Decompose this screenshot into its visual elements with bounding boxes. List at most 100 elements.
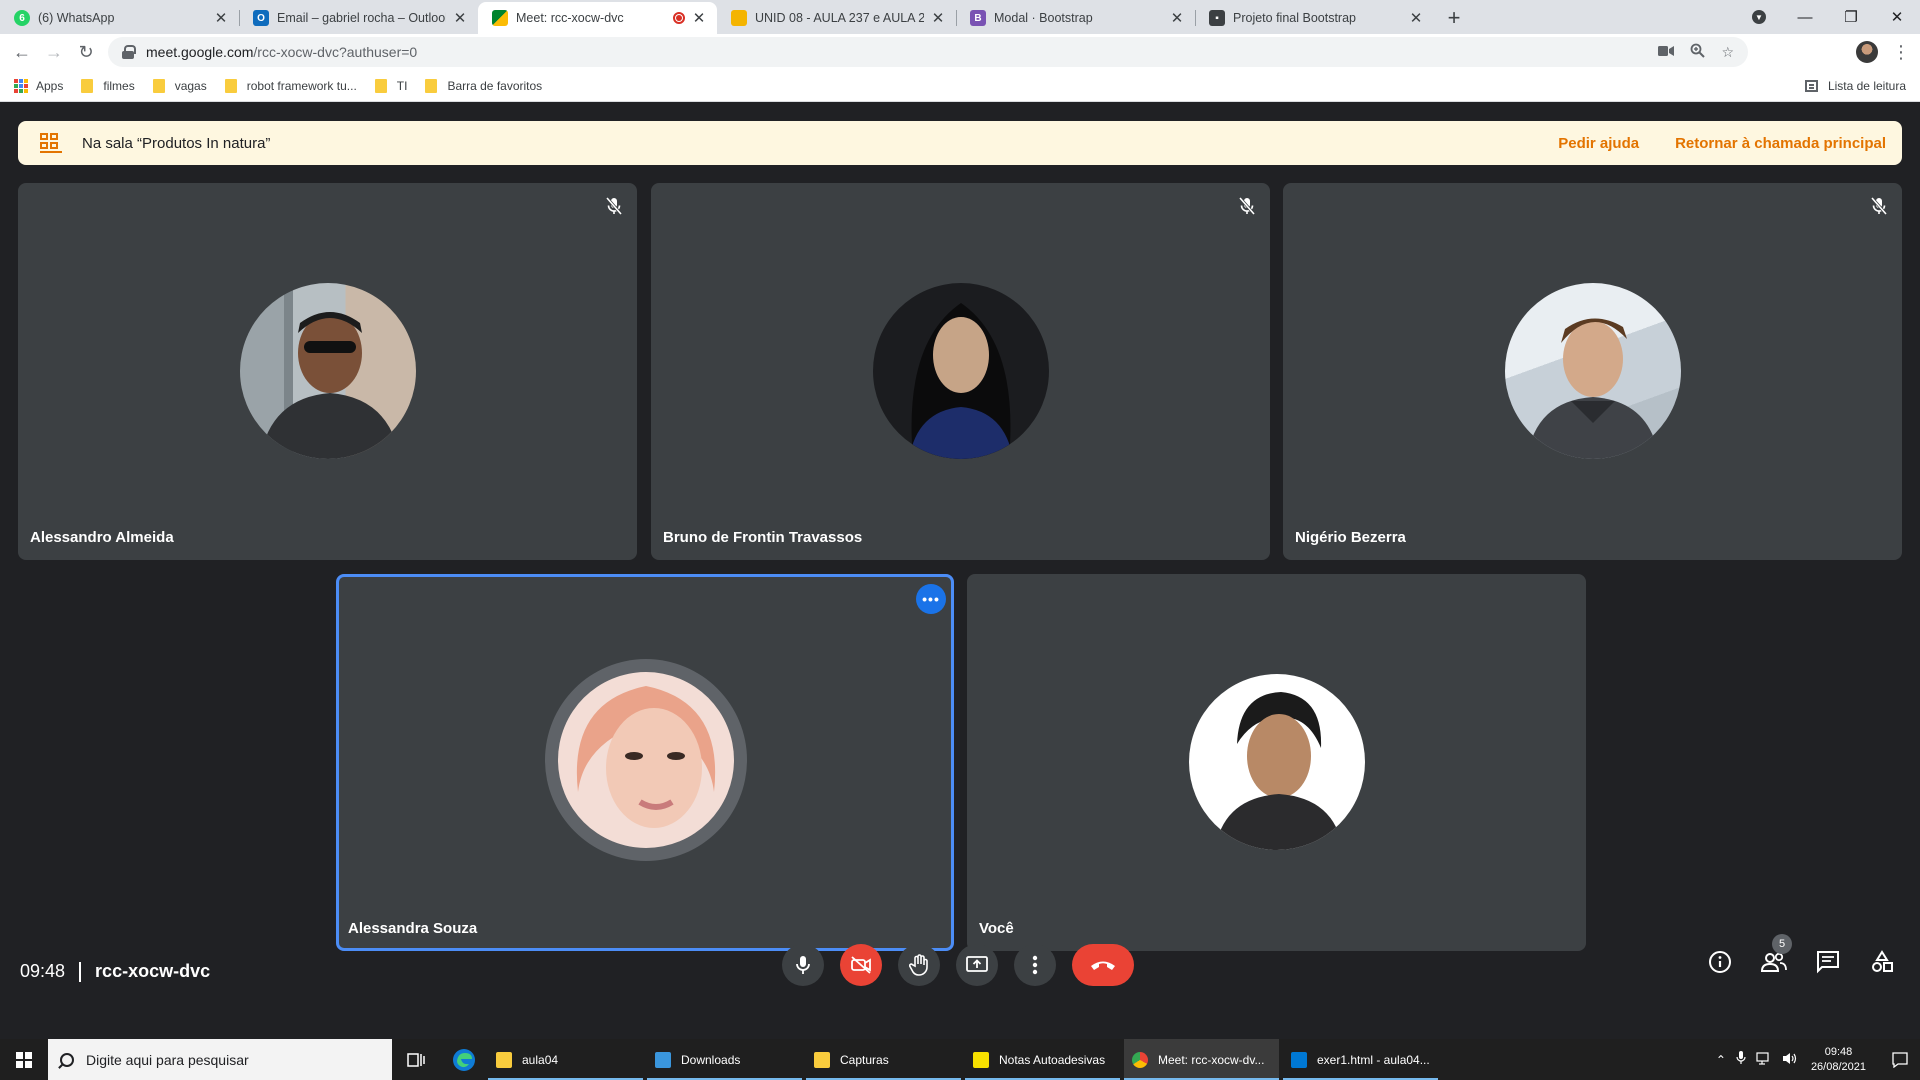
task-view-button[interactable] — [392, 1039, 440, 1080]
profile-avatar[interactable] — [1856, 41, 1878, 63]
restore-button[interactable]: ❐ — [1828, 0, 1874, 34]
reload-button[interactable]: ↻ — [72, 38, 100, 66]
participant-tile[interactable]: Bruno de Frontin Travassos — [651, 183, 1270, 560]
minimize-button[interactable]: — — [1782, 0, 1828, 34]
bookmark-label: TI — [396, 78, 408, 93]
back-button[interactable]: ← — [8, 38, 36, 66]
meeting-details-button[interactable] — [1706, 948, 1734, 976]
people-button[interactable]: 5 — [1760, 934, 1792, 976]
participant-name: Nigério Bezerra — [1295, 529, 1406, 546]
more-options-button[interactable]: ••• — [916, 584, 946, 614]
bookmark-label: filmes — [103, 78, 135, 93]
ask-for-help-button[interactable]: Pedir ajuda — [1558, 135, 1639, 152]
close-icon[interactable]: ✕ — [213, 10, 229, 27]
taskbar-app[interactable]: Capturas — [806, 1039, 961, 1080]
edge-taskbar-button[interactable] — [440, 1039, 488, 1080]
reading-list-icon — [1804, 80, 1818, 92]
present-screen-button[interactable] — [956, 944, 998, 986]
browser-toolbar: ← → ↻ meet.google.com/rcc-xocw-dvc?authu… — [0, 34, 1920, 70]
zoom-icon[interactable] — [1690, 43, 1706, 61]
windows-logo-icon — [16, 1051, 32, 1068]
chat-button[interactable] — [1814, 948, 1842, 976]
tab-slides[interactable]: UNID 08 - AULA 237 e AULA 238 ✕ — [717, 2, 956, 34]
activities-button[interactable] — [1868, 948, 1896, 976]
start-button[interactable] — [0, 1039, 48, 1080]
notifications-button[interactable] — [1880, 1039, 1920, 1080]
tab-title: (6) WhatsApp — [38, 11, 115, 25]
notification-icon — [1892, 1051, 1908, 1068]
tab-search-button[interactable]: ▼ — [1744, 0, 1774, 34]
taskbar-app[interactable]: aula04 — [488, 1039, 643, 1080]
close-icon[interactable]: ✕ — [1408, 10, 1424, 27]
microphone-tray-icon[interactable] — [1736, 1051, 1746, 1068]
reading-list-label: Lista de leitura — [1827, 79, 1906, 93]
taskbar-app[interactable]: exer1.html - aula04... — [1283, 1039, 1438, 1080]
reading-list-button[interactable]: Lista de leitura — [1804, 70, 1906, 102]
leave-call-button[interactable] — [1072, 944, 1134, 986]
participant-tile[interactable]: ••• Alessandra Souza — [336, 574, 954, 951]
bookmark-vagas[interactable]: vagas — [152, 78, 207, 93]
folder-icon — [374, 78, 387, 93]
participant-tile[interactable]: Nigério Bezerra — [1283, 183, 1902, 560]
return-to-main-call-button[interactable]: Retornar à chamada principal — [1675, 135, 1886, 152]
folder-icon — [152, 78, 165, 93]
tab-meet[interactable]: Meet: rcc-xocw-dvc ✕ — [478, 2, 717, 34]
tray-icons: ⌃ — [1716, 1051, 1797, 1068]
raise-hand-button[interactable] — [898, 944, 940, 986]
address-bar[interactable]: meet.google.com/rcc-xocw-dvc?authuser=0 … — [108, 37, 1748, 67]
bookmark-apps[interactable]: Apps — [14, 78, 63, 93]
taskbar-app[interactable]: Meet: rcc-xocw-dv... — [1124, 1039, 1279, 1080]
tab-projeto-final[interactable]: ▪ Projeto final Bootstrap ✕ — [1195, 2, 1434, 34]
clock-time: 09:48 — [1824, 1045, 1853, 1058]
bookmark-ti[interactable]: TI — [374, 78, 408, 93]
bookmark-robot-framework[interactable]: robot framework tu... — [224, 78, 357, 93]
taskbar-search-box[interactable]: Digite aqui para pesquisar — [48, 1039, 392, 1080]
close-icon[interactable]: ✕ — [452, 10, 468, 27]
whatsapp-icon: 6 — [14, 10, 30, 26]
download-icon — [655, 1051, 671, 1068]
tab-bootstrap-modal[interactable]: B Modal · Bootstrap ✕ — [956, 2, 1195, 34]
chevron-down-icon: ▼ — [1752, 10, 1766, 24]
mic-off-icon — [1868, 195, 1890, 217]
close-window-button[interactable]: ✕ — [1874, 0, 1920, 34]
chrome-menu-icon[interactable]: ⋮ — [1892, 43, 1910, 61]
taskbar-app[interactable]: Notas Autoadesivas — [965, 1039, 1120, 1080]
avatar-frame — [1189, 674, 1365, 850]
bootstrap-icon: B — [970, 10, 986, 26]
camera-button[interactable] — [840, 944, 882, 986]
avatar — [240, 283, 416, 459]
network-icon[interactable] — [1756, 1051, 1772, 1068]
microphone-button[interactable] — [782, 944, 824, 986]
chevron-up-icon[interactable]: ⌃ — [1716, 1053, 1726, 1067]
taskbar-clock[interactable]: 09:48 26/08/2021 — [1811, 1045, 1866, 1075]
outlook-icon: O — [253, 10, 269, 26]
mic-off-icon — [603, 195, 625, 217]
close-icon[interactable]: ✕ — [930, 10, 946, 27]
camera-in-use-icon[interactable] — [1658, 44, 1675, 60]
tab-outlook[interactable]: O Email – gabriel rocha – Outlook ✕ — [239, 2, 478, 34]
new-tab-button[interactable]: + — [1438, 2, 1470, 34]
slides-icon — [731, 10, 747, 26]
clock-date: 26/08/2021 — [1810, 1060, 1866, 1073]
tab-whatsapp[interactable]: 6 (6) WhatsApp ✕ — [0, 2, 239, 34]
taskbar-app[interactable]: Downloads — [647, 1039, 802, 1080]
contact-icon: ▪ — [1209, 10, 1225, 26]
more-options-menu-button[interactable] — [1014, 944, 1056, 986]
volume-icon[interactable] — [1782, 1052, 1797, 1068]
participant-name: Bruno de Frontin Travassos — [663, 529, 863, 546]
task-view-icon — [407, 1052, 425, 1067]
meeting-time: 09:48 — [20, 961, 66, 981]
participant-tile[interactable]: Alessandro Almeida — [18, 183, 637, 560]
bookmark-filmes[interactable]: filmes — [81, 78, 135, 93]
lock-icon[interactable] — [122, 45, 136, 59]
bookmark-barra-de-favoritos[interactable]: Barra de favoritos — [425, 78, 542, 93]
close-icon[interactable]: ✕ — [1169, 10, 1185, 27]
tab-title: UNID 08 - AULA 237 e AULA 238 — [755, 11, 924, 25]
avatar — [1505, 283, 1681, 459]
star-icon[interactable]: ☆ — [1721, 44, 1734, 61]
self-view-tile[interactable]: Você — [967, 574, 1586, 951]
forward-button[interactable]: → — [40, 38, 68, 66]
folder-icon — [224, 78, 237, 93]
tab-title: Modal · Bootstrap — [994, 11, 1093, 25]
close-icon[interactable]: ✕ — [691, 10, 707, 27]
